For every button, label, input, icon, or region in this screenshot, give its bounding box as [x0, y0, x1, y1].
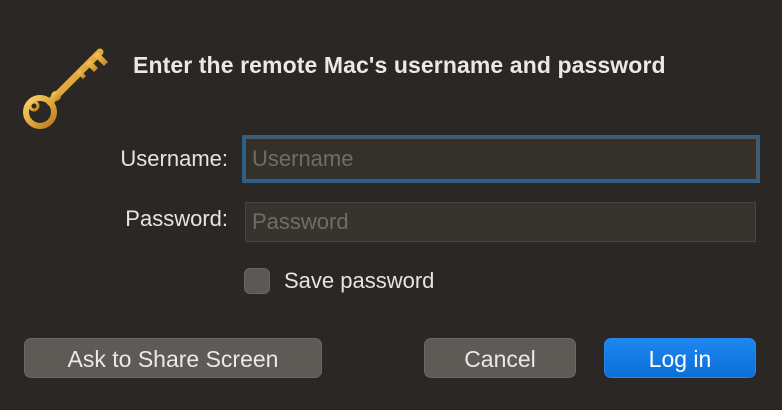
key-icon [23, 48, 108, 129]
remote-login-dialog: Enter the remote Mac's username and pass… [0, 0, 782, 410]
username-field[interactable] [245, 138, 757, 180]
save-password-option[interactable]: Save password [244, 268, 434, 294]
ask-to-share-screen-button[interactable]: Ask to Share Screen [24, 338, 322, 378]
log-in-button[interactable]: Log in [604, 338, 756, 378]
save-password-label[interactable]: Save password [284, 268, 434, 294]
password-field[interactable] [245, 202, 756, 242]
dialog-title: Enter the remote Mac's username and pass… [133, 52, 666, 78]
username-label: Username: [120, 146, 228, 171]
save-password-checkbox[interactable] [244, 268, 270, 294]
password-label: Password: [125, 206, 228, 231]
cancel-button[interactable]: Cancel [424, 338, 576, 378]
